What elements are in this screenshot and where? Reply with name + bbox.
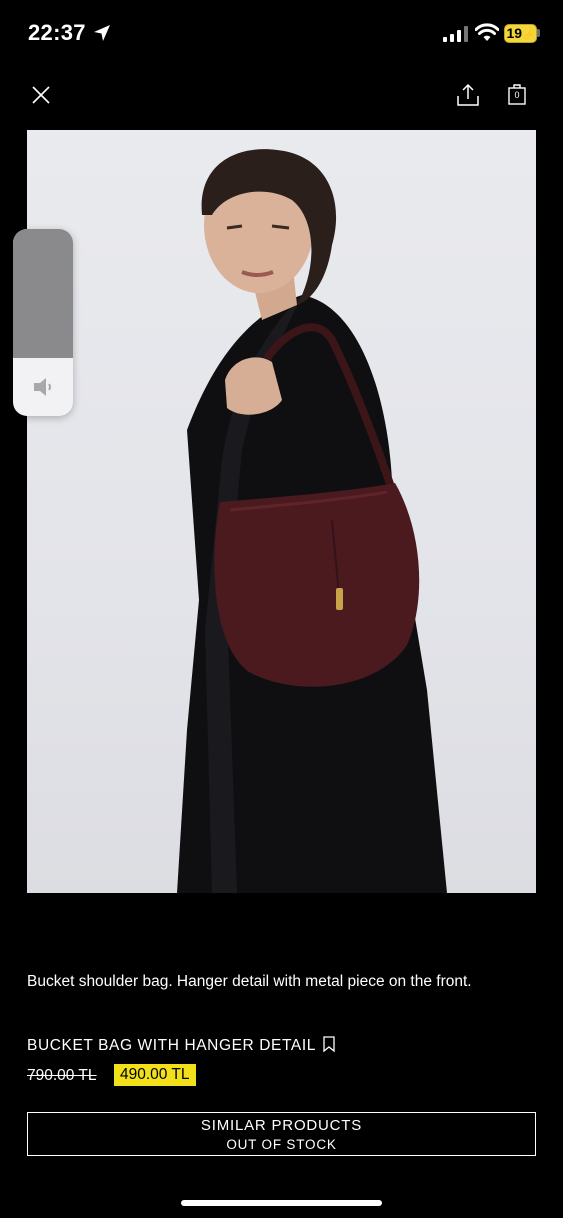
status-bar: 22:37 19⚡	[0, 0, 563, 70]
out-of-stock-label: OUT OF STOCK	[226, 1137, 337, 1152]
volume-hud[interactable]	[13, 229, 73, 416]
original-price: 790.00 TL	[27, 1067, 97, 1084]
status-time: 22:37	[28, 20, 86, 45]
product-detail-screen: 22:37 19⚡ 0 Bucket shoulder bag. Hanger …	[0, 0, 563, 1218]
close-icon[interactable]	[28, 82, 54, 108]
volume-track-empty	[13, 229, 73, 358]
similar-products-label: SIMILAR PRODUCTS	[200, 1117, 363, 1134]
product-description: Bucket shoulder bag. Hanger detail with …	[27, 973, 472, 990]
speaker-icon	[34, 378, 51, 396]
bookmark-icon[interactable]	[322, 1036, 336, 1053]
wifi-icon	[475, 23, 499, 41]
home-indicator[interactable]	[181, 1200, 382, 1206]
battery-tip	[537, 29, 540, 37]
similar-products-button[interactable]: SIMILAR PRODUCTS OUT OF STOCK	[27, 1112, 536, 1156]
location-arrow-icon	[94, 25, 110, 41]
product-image[interactable]	[27, 130, 536, 893]
product-photo	[177, 149, 447, 893]
share-icon[interactable]	[455, 82, 481, 108]
shopping-bag-button[interactable]: 0	[505, 82, 529, 108]
product-name: BUCKET BAG WITH HANGER DETAIL	[27, 1037, 316, 1054]
battery-level: 19⚡	[506, 25, 535, 41]
sale-price: 490.00 TL	[114, 1064, 196, 1086]
cellular-signal-icon	[443, 26, 468, 42]
bag-count: 0	[514, 90, 520, 100]
battery-indicator: 19⚡	[504, 24, 540, 43]
